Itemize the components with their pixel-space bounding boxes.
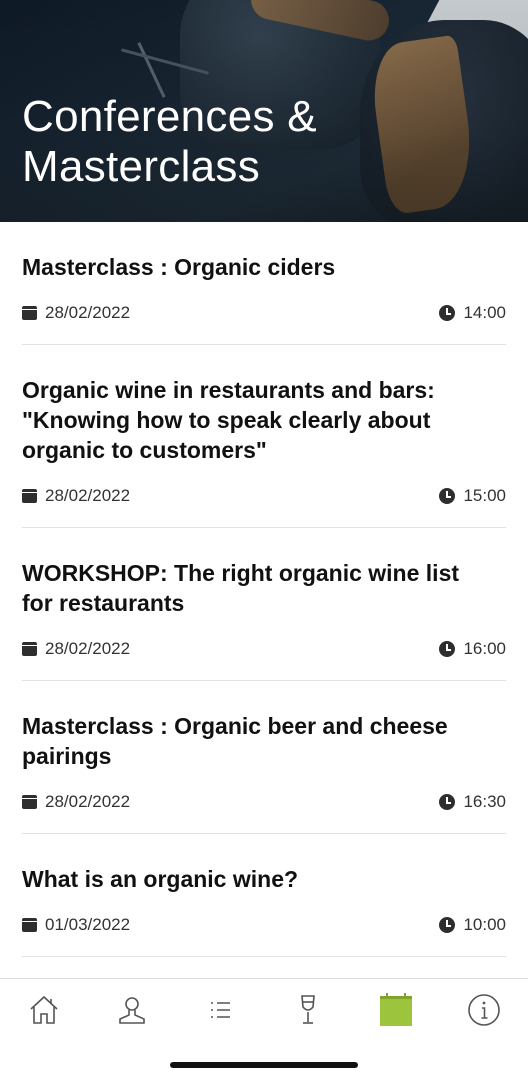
- event-meta: 01/03/2022 10:00: [22, 894, 506, 956]
- event-title: WORKSHOP: The right organic wine list fo…: [22, 560, 460, 616]
- tab-wine[interactable]: [282, 984, 334, 1036]
- header-banner: Conferences & Masterclass: [0, 0, 528, 222]
- calendar-icon: [22, 489, 37, 503]
- clock-icon: [439, 305, 456, 321]
- page-title-line1: Conferences &: [22, 92, 317, 141]
- event-item[interactable]: WORKSHOP: The right organic wine list fo…: [22, 528, 506, 681]
- person-icon: [119, 997, 145, 1024]
- clock-icon: [439, 641, 456, 657]
- event-meta: 28/02/2022 14:00: [22, 282, 506, 344]
- event-time: 14:00: [439, 303, 506, 323]
- event-date: 28/02/2022: [22, 639, 130, 659]
- event-title: Masterclass : Organic beer and cheese pa…: [22, 713, 448, 769]
- home-icon: [30, 995, 58, 1024]
- calendar-icon: [380, 993, 412, 1026]
- event-meta: 28/02/2022 15:00: [22, 465, 506, 527]
- event-title: Masterclass : Organic ciders: [22, 254, 336, 280]
- event-title: Organic wine in restaurants and bars: "K…: [22, 377, 435, 463]
- tab-info[interactable]: [458, 984, 510, 1036]
- tab-profile[interactable]: [106, 984, 158, 1036]
- home-indicator[interactable]: [170, 1062, 358, 1068]
- event-title: What is an organic wine?: [22, 866, 299, 892]
- clock-icon: [439, 917, 456, 933]
- tab-calendar[interactable]: [370, 984, 422, 1036]
- wine-glass-icon: [301, 995, 315, 1024]
- event-time: 16:00: [439, 639, 506, 659]
- info-icon: [468, 994, 500, 1026]
- page-title-line2: Masterclass: [22, 142, 261, 191]
- event-item[interactable]: Masterclass : Organic beer and cheese pa…: [22, 681, 506, 834]
- event-date: 28/02/2022: [22, 792, 130, 812]
- event-date: 28/02/2022: [22, 303, 130, 323]
- event-list[interactable]: Masterclass : Organic ciders 28/02/2022 …: [0, 222, 528, 1047]
- list-icon: [211, 1002, 230, 1018]
- clock-icon: [439, 488, 456, 504]
- calendar-icon: [22, 642, 37, 656]
- event-time: 16:30: [439, 792, 506, 812]
- tab-list[interactable]: [194, 984, 246, 1036]
- calendar-icon: [22, 795, 37, 809]
- calendar-icon: [22, 306, 37, 320]
- event-date: 01/03/2022: [22, 915, 130, 935]
- event-item[interactable]: Organic wine in restaurants and bars: "K…: [22, 345, 506, 528]
- event-item[interactable]: What is an organic wine? 01/03/2022 10:0…: [22, 834, 506, 957]
- event-meta: 28/02/2022 16:30: [22, 771, 506, 833]
- tab-home[interactable]: [18, 984, 70, 1036]
- event-date: 28/02/2022: [22, 486, 130, 506]
- event-meta: 28/02/2022 16:00: [22, 618, 506, 680]
- page-title: Conferences & Masterclass: [22, 92, 317, 192]
- tab-bar: [0, 978, 528, 1041]
- calendar-icon: [22, 918, 37, 932]
- event-time: 10:00: [439, 915, 506, 935]
- event-item[interactable]: Masterclass : Organic ciders 28/02/2022 …: [22, 222, 506, 345]
- clock-icon: [439, 794, 456, 810]
- event-time: 15:00: [439, 486, 506, 506]
